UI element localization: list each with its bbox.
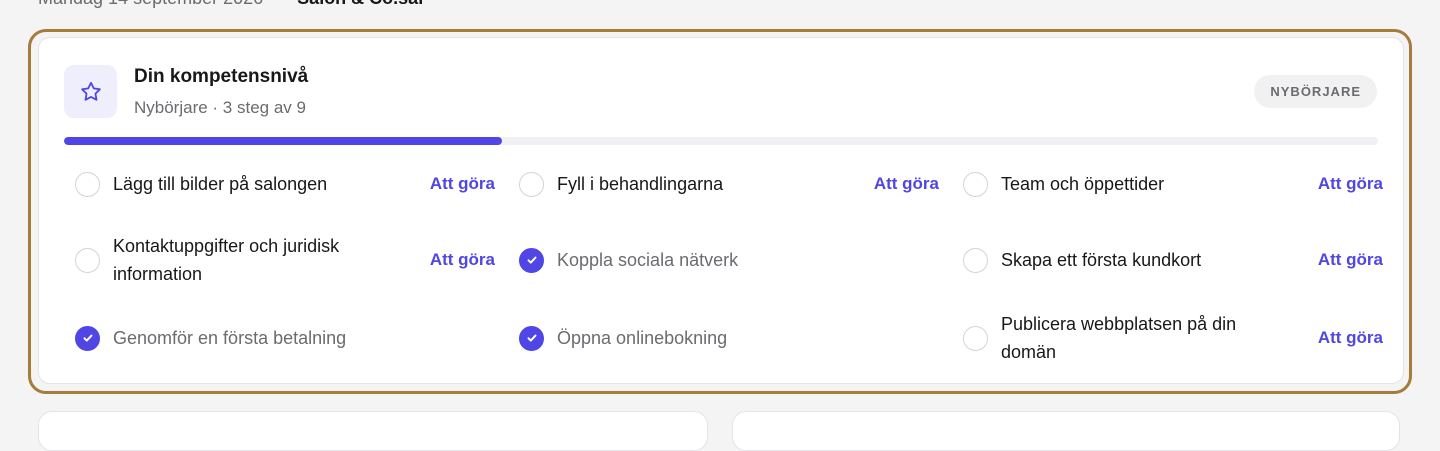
card-subtitle: Nybörjare · 3 steg av 9	[134, 98, 306, 117]
task-item[interactable]: Koppla sociala nätverk	[519, 232, 939, 288]
competence-icon-box	[64, 65, 117, 118]
checkbox-unchecked[interactable]	[963, 325, 988, 351]
competence-card: Din kompetensnivå Nybörjare · 3 steg av …	[38, 37, 1404, 384]
checkbox-unchecked[interactable]	[963, 171, 988, 197]
checkmark-icon	[527, 334, 536, 342]
task-todo-link[interactable]: Att göra	[430, 250, 495, 270]
progress-bar-fill	[64, 137, 502, 145]
task-todo-link[interactable]: Att göra	[1318, 174, 1383, 194]
salon-name: Salon & Co.sar	[297, 0, 425, 8]
task-label: Skapa ett första kundkort	[1001, 250, 1202, 270]
star-icon	[80, 81, 101, 101]
date-text: Måndag 14 september 2026	[38, 0, 263, 8]
level-badge: NYBÖRJARE	[1254, 75, 1377, 108]
task-item[interactable]: Genomför en första betalning	[75, 310, 495, 366]
checkbox-unchecked[interactable]	[75, 171, 100, 197]
task-label: Kontaktuppgifter och juridisk informatio…	[113, 236, 340, 284]
task-item[interactable]: Publicera webbplatsen på din domän Att gö…	[963, 310, 1383, 366]
task-todo-link[interactable]: Att göra	[1318, 328, 1383, 348]
lower-card-right	[732, 411, 1400, 451]
task-item[interactable]: Kontaktuppgifter och juridisk informatio…	[75, 232, 495, 288]
task-label: Genomför en första betalning	[113, 328, 347, 348]
checkbox-unchecked[interactable]	[75, 247, 100, 273]
card-title: Din kompetensnivå	[134, 66, 309, 87]
task-item[interactable]: Öppna onlinebokning	[519, 310, 939, 366]
task-label: Publicera webbplatsen på din domän	[1001, 314, 1237, 362]
task-label: Öppna onlinebokning	[557, 328, 728, 348]
checkbox-unchecked[interactable]	[963, 247, 988, 273]
task-label: Team och öppettider	[1001, 174, 1165, 194]
checkbox-checked[interactable]	[519, 325, 544, 351]
task-item[interactable]: Skapa ett första kundkort Att göra	[963, 232, 1383, 288]
header-separator: ·	[277, 0, 283, 8]
task-label: Koppla sociala nätverk	[557, 250, 739, 270]
task-todo-link[interactable]: Att göra	[430, 174, 495, 194]
page-date-header: Måndag 14 september 2026 · Salon & Co.sar	[38, 0, 425, 8]
checkmark-icon	[527, 256, 536, 264]
task-item[interactable]: Fyll i behandlingarna Att göra	[519, 168, 939, 200]
task-label: Lägg till bilder på salongen	[113, 174, 328, 194]
task-todo-link[interactable]: Att göra	[1318, 250, 1383, 270]
task-todo-link[interactable]: Att göra	[874, 174, 939, 194]
checkbox-unchecked[interactable]	[519, 171, 544, 197]
task-item[interactable]: Team och öppettider Att göra	[963, 168, 1383, 200]
task-label: Fyll i behandlingarna	[557, 174, 724, 194]
progress-bar	[64, 137, 1378, 145]
checkmark-icon	[83, 334, 92, 342]
checkbox-checked[interactable]	[519, 247, 544, 273]
task-item[interactable]: Lägg till bilder på salongen Att göra	[75, 168, 495, 200]
checkbox-checked[interactable]	[75, 325, 100, 351]
lower-card-left	[38, 411, 708, 451]
